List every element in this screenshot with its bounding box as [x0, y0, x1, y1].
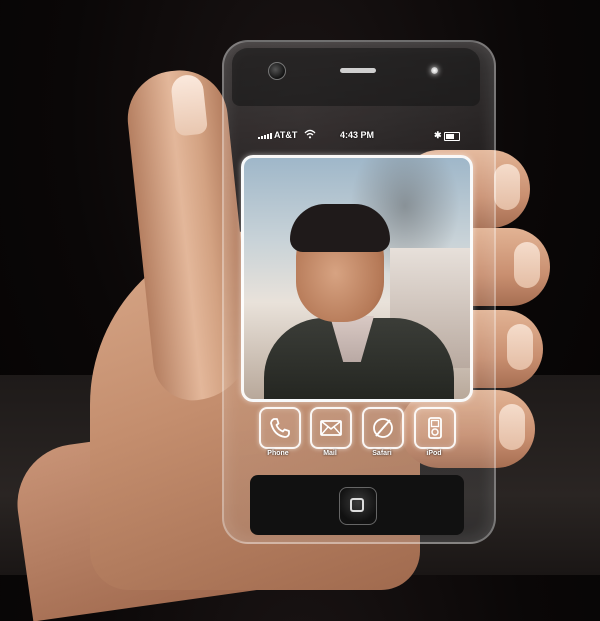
- home-square-icon: [350, 498, 364, 512]
- photo-person-hair: [290, 204, 390, 252]
- phone-top-bezel: [232, 48, 480, 106]
- proximity-sensor: [431, 67, 438, 74]
- home-button[interactable]: [339, 487, 377, 525]
- mail-icon: [320, 420, 342, 436]
- battery-icon: [444, 132, 460, 141]
- signal-strength-icon: [258, 133, 272, 139]
- front-camera-icon: [268, 62, 286, 80]
- wifi-icon: [304, 129, 316, 142]
- safari-app-button[interactable]: [362, 407, 404, 449]
- carrier-label: AT&T: [274, 130, 298, 140]
- ipod-icon: [428, 417, 442, 439]
- dock-label-phone: Phone: [267, 450, 289, 457]
- photo-wallpaper[interactable]: [241, 155, 473, 402]
- dock-label-mail: Mail: [323, 450, 337, 457]
- dock-label-safari: Safari: [372, 450, 392, 457]
- mail-app-button[interactable]: [310, 407, 352, 449]
- earpiece-speaker: [340, 68, 376, 73]
- phone-icon: [270, 418, 290, 438]
- bluetooth-icon: ✱: [434, 130, 442, 140]
- dock-label-ipod: iPod: [426, 450, 442, 457]
- ipod-app-button[interactable]: [414, 407, 456, 449]
- compass-icon: [373, 418, 393, 438]
- clock-time: 4:43 PM: [340, 130, 375, 140]
- phone-app-button[interactable]: [259, 407, 301, 449]
- status-bar: AT&T 4:43 PM ✱: [258, 129, 460, 144]
